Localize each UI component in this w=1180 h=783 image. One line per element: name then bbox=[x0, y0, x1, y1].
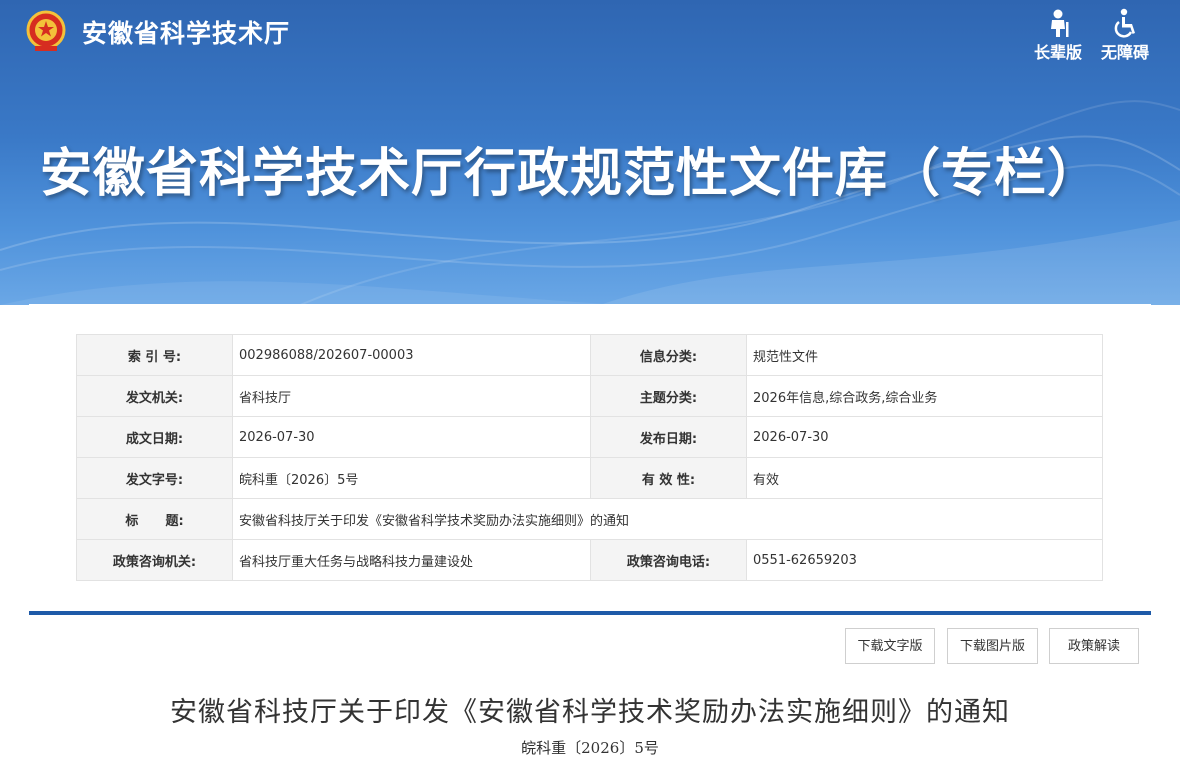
policy-interpretation-button[interactable]: 政策解读 bbox=[1049, 628, 1139, 664]
table-row: 政策咨询机关: 省科技厅重大任务与战略科技力量建设处 政策咨询电话: 0551-… bbox=[76, 539, 1103, 581]
consult-phone-key: 政策咨询电话: bbox=[590, 539, 747, 581]
topic-category-key: 主题分类: bbox=[590, 375, 747, 417]
banner-title: 安徽省科学技术厅行政规范性文件库（专栏） bbox=[40, 144, 1101, 204]
index-no-value: 002986088/202607-00003 bbox=[232, 334, 591, 376]
download-image-button[interactable]: 下载图片版 bbox=[947, 628, 1038, 664]
info-category-value: 规范性文件 bbox=[746, 334, 1103, 376]
consult-phone-value: 0551-62659203 bbox=[746, 539, 1103, 581]
created-date-key: 成文日期: bbox=[76, 416, 233, 458]
document-number: 皖科重〔2026〕5号 bbox=[521, 739, 659, 757]
accessibility-label: 无障碍 bbox=[1100, 43, 1149, 62]
wheelchair-icon bbox=[1110, 8, 1140, 38]
issuer-value: 省科技厅 bbox=[232, 375, 591, 417]
metadata-card: 索 引 号: 002986088/202607-00003 信息分类: 规范性文… bbox=[29, 304, 1151, 614]
validity-key: 有 效 性: bbox=[590, 457, 747, 499]
published-date-key: 发布日期: bbox=[590, 416, 747, 458]
consult-office-value: 省科技厅重大任务与战略科技力量建设处 bbox=[232, 539, 591, 581]
section-divider bbox=[29, 611, 1151, 615]
consult-office-key: 政策咨询机关: bbox=[76, 539, 233, 581]
validity-value: 有效 bbox=[746, 457, 1103, 499]
doc-number-key: 发文字号: bbox=[76, 457, 233, 499]
table-row: 成文日期: 2026-07-30 发布日期: 2026-07-30 bbox=[76, 416, 1103, 458]
published-date-value: 2026-07-30 bbox=[746, 416, 1103, 458]
doc-number-value: 皖科重〔2026〕5号 bbox=[232, 457, 591, 499]
table-row: 发文字号: 皖科重〔2026〕5号 有 效 性: 有效 bbox=[76, 457, 1103, 499]
elder-mode-button[interactable]: 长辈版 bbox=[1030, 8, 1086, 63]
table-row: 发文机关: 省科技厅 主题分类: 2026年信息,综合政务,综合业务 bbox=[76, 375, 1103, 417]
metadata-table: 索 引 号: 002986088/202607-00003 信息分类: 规范性文… bbox=[76, 334, 1103, 581]
document-title: 安徽省科技厅关于印发《安徽省科学技术奖励办法实施细则》的通知 bbox=[170, 697, 1010, 728]
issuer-key: 发文机关: bbox=[76, 375, 233, 417]
topic-category-value: 2026年信息,综合政务,综合业务 bbox=[746, 375, 1103, 417]
elder-person-icon bbox=[1043, 8, 1073, 38]
download-text-button[interactable]: 下载文字版 bbox=[845, 628, 935, 664]
national-emblem-icon bbox=[26, 10, 66, 52]
info-category-key: 信息分类: bbox=[590, 334, 747, 376]
elder-mode-label: 长辈版 bbox=[1033, 43, 1082, 62]
header-banner: 安徽省科学技术厅 长辈版 无障碍 安徽省科学技术厅行政规范性文件库（专栏） bbox=[0, 0, 1180, 305]
accessibility-button[interactable]: 无障碍 bbox=[1096, 8, 1154, 63]
site-name[interactable]: 安徽省科学技术厅 bbox=[82, 14, 290, 50]
index-no-key: 索 引 号: bbox=[76, 334, 233, 376]
title-key: 标 题: bbox=[76, 498, 233, 540]
created-date-value: 2026-07-30 bbox=[232, 416, 591, 458]
table-row: 索 引 号: 002986088/202607-00003 信息分类: 规范性文… bbox=[76, 334, 1103, 376]
title-value: 安徽省科技厅关于印发《安徽省科学技术奖励办法实施细则》的通知 bbox=[232, 498, 1103, 540]
table-row: 标 题: 安徽省科技厅关于印发《安徽省科学技术奖励办法实施细则》的通知 bbox=[76, 498, 1103, 540]
